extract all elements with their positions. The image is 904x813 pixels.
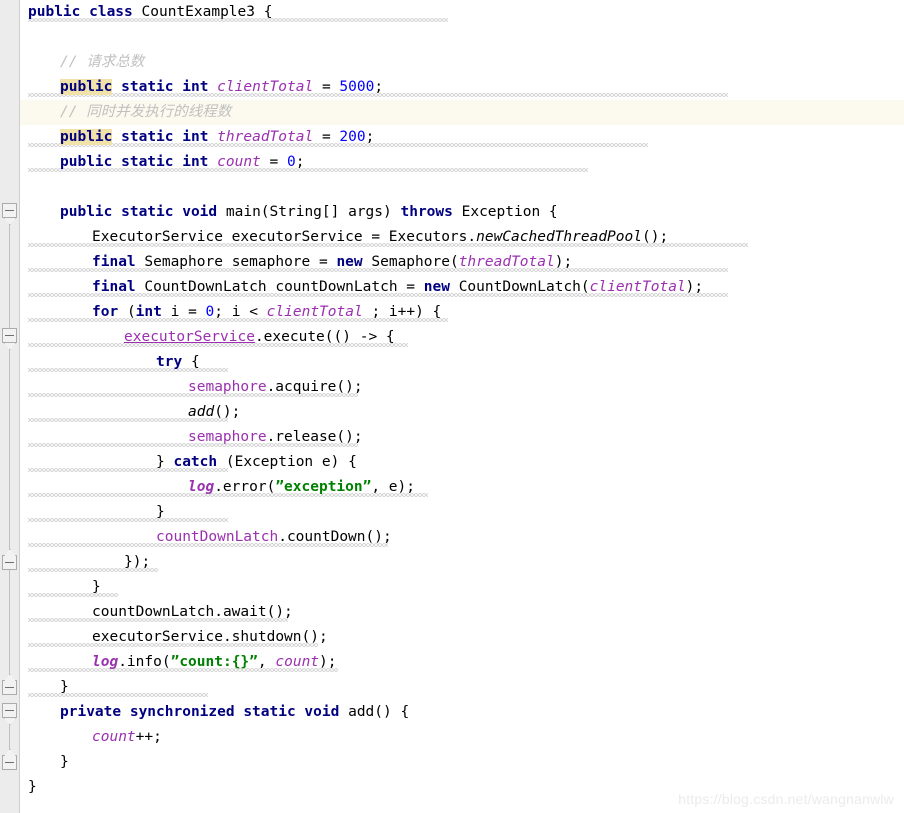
code-line[interactable]: countDownLatch.countDown();: [156, 525, 392, 550]
code-line[interactable]: private synchronized static void add() {: [60, 700, 409, 725]
code-line[interactable]: executorService.shutdown();: [92, 625, 328, 650]
code-line[interactable]: public static int threadTotal = 200;: [60, 125, 374, 150]
code-line[interactable]: }: [60, 675, 69, 700]
code-line[interactable]: log.info(”count:{}”, count);: [92, 650, 337, 675]
code-line[interactable]: }: [60, 750, 69, 775]
code-line[interactable]: for (int i = 0; i < clientTotal ; i++) {: [92, 300, 441, 325]
code-line[interactable]: log.error(”exception”, e);: [188, 475, 415, 500]
code-line[interactable]: semaphore.release();: [188, 425, 363, 450]
fold-marker-add-end[interactable]: [2, 755, 17, 770]
code-editor[interactable]: public class CountExample3 { // 请求总数 pub…: [0, 0, 904, 813]
code-line[interactable]: // 请求总数: [60, 50, 144, 75]
fold-connector-line: [9, 341, 10, 555]
code-line[interactable]: }: [92, 575, 101, 600]
code-line[interactable]: try {: [156, 350, 200, 375]
code-line[interactable]: final Semaphore semaphore = new Semaphor…: [92, 250, 572, 275]
csdn-watermark: https://blog.csdn.net/wangnanwlw: [678, 791, 894, 807]
code-line[interactable]: executorService.execute(() -> {: [124, 325, 395, 350]
fold-marker-lambda-start[interactable]: [2, 328, 17, 343]
code-line[interactable]: public class CountExample3 {: [28, 0, 272, 25]
fold-marker-lambda-end[interactable]: [2, 555, 17, 570]
fold-marker-add-start[interactable]: [2, 703, 17, 718]
code-line[interactable]: });: [124, 550, 150, 575]
code-line[interactable]: public static int clientTotal = 5000;: [60, 75, 383, 100]
code-line[interactable]: final CountDownLatch countDownLatch = ne…: [92, 275, 703, 300]
fold-marker-main-end[interactable]: [2, 680, 17, 695]
code-line[interactable]: // 同时并发执行的线程数: [60, 100, 231, 125]
code-line[interactable]: semaphore.acquire();: [188, 375, 363, 400]
code-line[interactable]: ExecutorService executorService = Execut…: [92, 225, 668, 250]
code-line[interactable]: } catch (Exception e) {: [156, 450, 357, 475]
code-line[interactable]: public static void main(String[] args) t…: [60, 200, 558, 225]
code-line[interactable]: add();: [188, 400, 240, 425]
fold-marker-main-start[interactable]: [2, 203, 17, 218]
code-line[interactable]: }: [156, 500, 165, 525]
code-line[interactable]: }: [28, 775, 37, 800]
code-text-layer[interactable]: public class CountExample3 { // 请求总数 pub…: [0, 0, 904, 813]
code-line[interactable]: count++;: [92, 725, 162, 750]
code-line[interactable]: countDownLatch.await();: [92, 600, 293, 625]
code-line[interactable]: public static int count = 0;: [60, 150, 304, 175]
